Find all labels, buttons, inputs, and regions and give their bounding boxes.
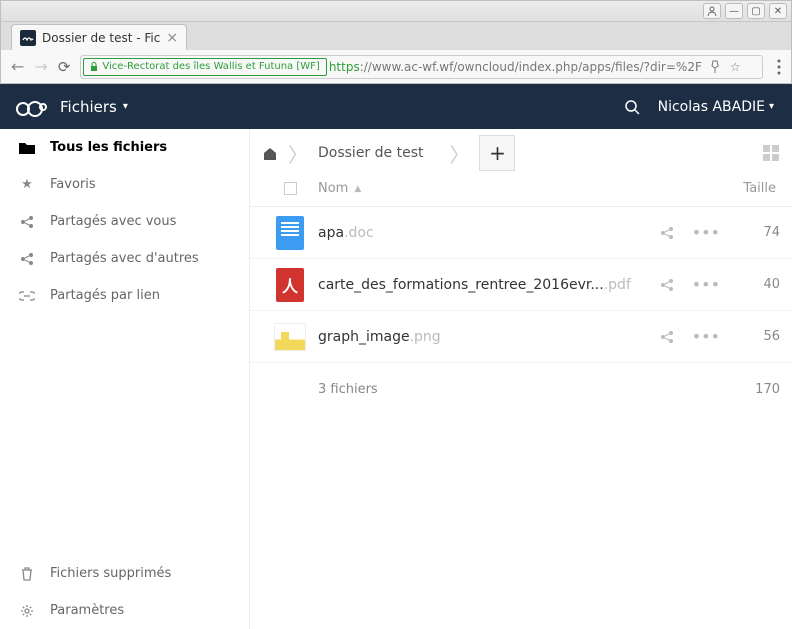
column-name-header[interactable]: Nom ▲ [318,181,720,196]
app-nav-dropdown[interactable]: Fichiers ▾ [60,98,128,116]
menu-icon[interactable] [777,59,781,75]
app-logo[interactable] [0,97,60,117]
pin-icon[interactable] [710,60,720,74]
file-row[interactable]: 人 carte_des_formations_rentree_2016evr..… [250,259,792,311]
address-bar[interactable]: Vice-Rectorat des îles Wallis et Futuna … [80,55,763,79]
file-row[interactable]: apa.doc ••• 74 [250,207,792,259]
sidebar-item-shared-by-link[interactable]: Partagés par lien [0,277,249,314]
summary-count: 3 fichiers [318,382,720,397]
star-icon: ★ [18,177,36,192]
view-toggle-icon[interactable] [762,144,780,162]
tab-close-icon[interactable]: × [166,30,178,46]
sidebar: Tous les fichiers ★ Favoris Partagés ave… [0,129,250,629]
more-icon[interactable]: ••• [692,327,720,346]
summary-size: 170 [720,382,780,397]
breadcrumb-current[interactable]: Dossier de test [318,145,423,161]
sidebar-item-trash[interactable]: Fichiers supprimés [0,555,249,592]
home-icon[interactable] [262,146,278,160]
breadcrumb-separator-icon: 〉 [288,139,308,168]
user-menu[interactable]: Nicolas ABADIE ▾ [658,99,774,115]
folder-icon [18,141,36,154]
user-session-icon[interactable] [703,3,721,19]
back-button[interactable]: ← [11,57,24,76]
trash-icon [18,567,36,581]
lock-icon [90,62,98,72]
bookmark-star-icon[interactable]: ☆ [730,60,741,74]
window-titlebar: — ▢ ✕ [0,0,792,22]
share-icon [18,252,36,266]
browser-tab[interactable]: Dossier de test - Fic × [11,24,187,50]
sidebar-item-label: Paramètres [50,603,124,618]
select-all-checkbox[interactable] [284,182,297,195]
sidebar-item-shared-with-you[interactable]: Partagés avec vous [0,203,249,240]
breadcrumb-separator-icon: 〉 [449,139,469,168]
sidebar-item-label: Fichiers supprimés [50,566,171,581]
link-icon [18,291,36,301]
ssl-cert-badge[interactable]: Vice-Rectorat des îles Wallis et Futuna … [83,58,326,76]
sidebar-item-label: Partagés avec d'autres [50,251,199,266]
image-icon [274,323,306,351]
reload-button[interactable]: ⟳ [58,58,71,76]
document-icon [276,216,304,250]
browser-tab-bar: Dossier de test - Fic × [0,22,792,50]
breadcrumb: 〉 Dossier de test 〉 + [250,129,792,177]
more-icon[interactable]: ••• [692,223,720,242]
share-icon[interactable] [660,278,674,292]
browser-toolbar: ← → ⟳ Vice-Rectorat des îles Wallis et F… [0,50,792,84]
app-header: Fichiers ▾ Nicolas ABADIE ▾ [0,84,792,129]
app-nav-label: Fichiers [60,98,117,116]
sidebar-item-favorites[interactable]: ★ Favoris [0,166,249,203]
close-window-button[interactable]: ✕ [769,3,787,19]
tab-title: Dossier de test - Fic [42,31,160,45]
file-row[interactable]: graph_image.png ••• 56 [250,311,792,363]
column-headers: Nom ▲ Taille [250,177,792,207]
file-size: 40 [720,277,780,292]
file-name: carte_des_formations_rentree_2016evr... [318,277,604,293]
file-name: apa [318,225,344,241]
minimize-button[interactable]: — [725,3,743,19]
plus-icon: + [489,141,506,165]
folder-summary: 3 fichiers 170 [250,363,792,415]
search-icon[interactable] [624,99,640,115]
sidebar-item-label: Favoris [50,177,96,192]
share-icon [18,215,36,229]
sidebar-item-shared-with-others[interactable]: Partagés avec d'autres [0,240,249,277]
chevron-down-icon: ▾ [123,101,128,112]
file-name: graph_image [318,329,410,345]
maximize-button[interactable]: ▢ [747,3,765,19]
file-size: 74 [720,225,780,240]
pdf-icon: 人 [276,268,304,302]
file-size: 56 [720,329,780,344]
sidebar-item-label: Partagés avec vous [50,214,176,229]
gear-icon [18,604,36,618]
sidebar-item-label: Tous les fichiers [50,140,167,155]
user-name: Nicolas ABADIE [658,99,765,115]
chevron-down-icon: ▾ [769,101,774,112]
sidebar-item-settings[interactable]: Paramètres [0,592,249,629]
forward-button[interactable]: → [34,57,47,76]
sidebar-item-all-files[interactable]: Tous les fichiers [0,129,249,166]
sidebar-item-label: Partagés par lien [50,288,160,303]
new-button[interactable]: + [479,135,515,171]
sort-asc-icon: ▲ [354,184,361,194]
file-ext: .pdf [604,277,631,293]
column-size-header[interactable]: Taille [720,181,780,196]
file-ext: .png [410,329,441,345]
share-icon[interactable] [660,226,674,240]
more-icon[interactable]: ••• [692,275,720,294]
share-icon[interactable] [660,330,674,344]
favicon-icon [20,30,36,46]
main-pane: 〉 Dossier de test 〉 + Nom ▲ Taille apa.d… [250,129,792,629]
file-ext: .doc [344,225,374,241]
